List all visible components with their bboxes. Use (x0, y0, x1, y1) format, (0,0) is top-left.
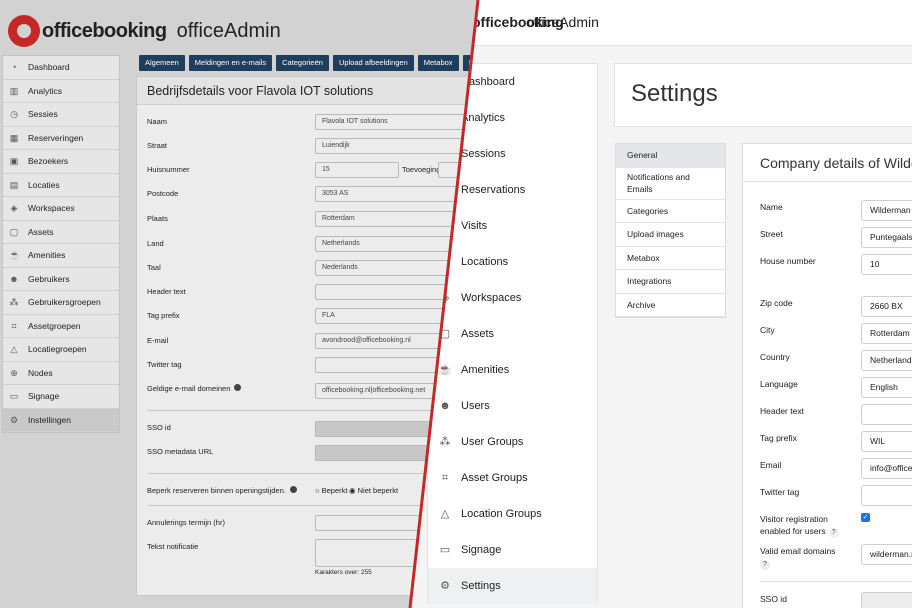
comparison-divider (408, 0, 480, 608)
divider-line (408, 0, 480, 608)
